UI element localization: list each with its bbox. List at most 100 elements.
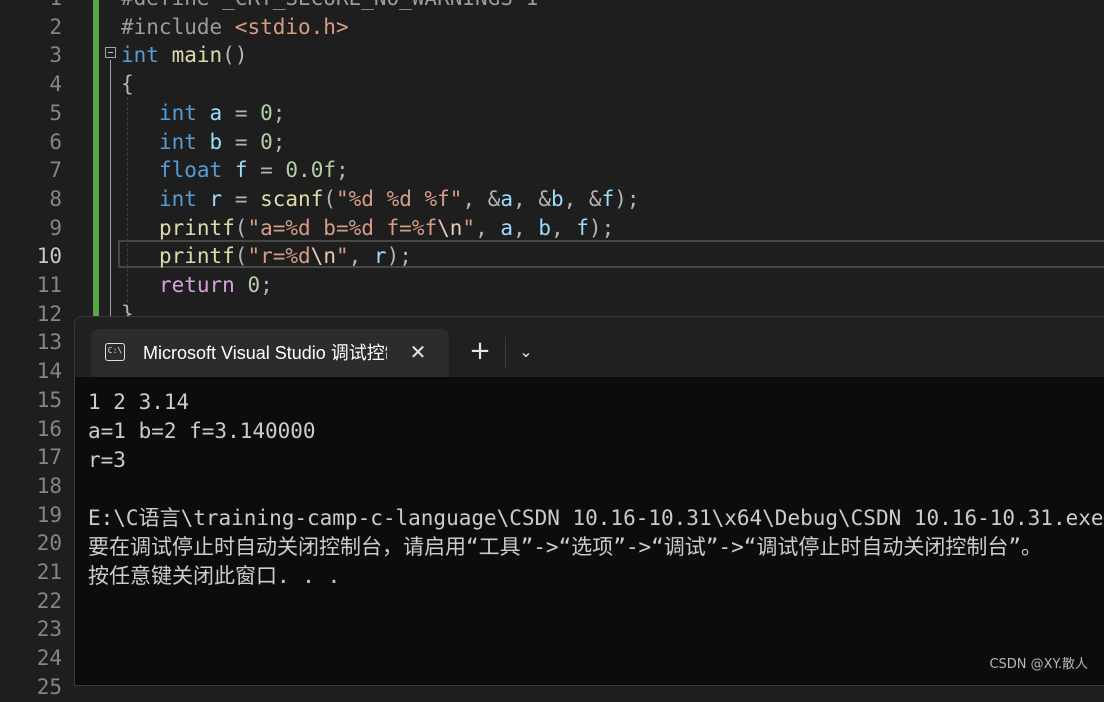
variable: r <box>373 244 387 269</box>
variable: b <box>550 186 564 211</box>
string-literal: " <box>462 215 476 240</box>
punctuation: () <box>222 43 248 68</box>
function-name: main <box>171 43 223 68</box>
new-tab-button[interactable]: + <box>465 337 495 367</box>
keyword: int <box>158 186 197 211</box>
punctuation: ; <box>272 100 286 125</box>
console-output[interactable]: 1 2 3.14 a=1 b=2 f=3.140000 r=3 E:\C语言\t… <box>75 377 1104 685</box>
line-number: 14 <box>36 359 62 384</box>
code-line-1[interactable]: #define _CRT_SECURE_NO_WARNINGS 1 <box>121 0 538 13</box>
punctuation: ); <box>588 215 615 240</box>
string-literal: " <box>335 244 349 269</box>
line-number: 11 <box>36 273 62 297</box>
variable: r <box>209 186 223 211</box>
punctuation: , & <box>563 186 602 211</box>
line-number: 16 <box>36 416 62 441</box>
line-number: 23 <box>36 617 62 642</box>
code-line-10[interactable]: printf("r=%d\n", r); <box>121 242 412 271</box>
console-line: 1 2 3.14 <box>88 390 190 414</box>
number: 0 <box>260 100 273 125</box>
line-number: 6 <box>49 129 62 154</box>
punctuation: ; <box>272 129 286 154</box>
keyword: int <box>158 100 197 125</box>
line-number: 3 <box>49 43 62 68</box>
code-line-3[interactable]: int main() <box>121 41 247 70</box>
code-line-5[interactable]: int a = 0; <box>121 99 286 128</box>
code-line-4[interactable]: { <box>121 70 134 99</box>
line-number: 4 <box>49 72 62 97</box>
console-line: r=3 <box>88 448 126 472</box>
close-icon[interactable]: ✕ <box>405 339 431 365</box>
escape-sequence: \n <box>310 244 336 269</box>
operator: = <box>247 158 286 183</box>
watermark: CSDN @XY.散人 <box>989 657 1088 672</box>
line-number: 24 <box>36 646 62 671</box>
operator: = <box>222 129 261 154</box>
variable: f <box>576 215 589 240</box>
variable: f <box>601 186 615 211</box>
line-number-active: 10 <box>36 244 62 269</box>
collapse-toggle-icon[interactable] <box>105 47 116 58</box>
divider <box>505 337 506 369</box>
operator: = <box>222 100 261 125</box>
line-number: 7 <box>49 158 62 183</box>
line-number: 25 <box>36 674 62 699</box>
code-line-2[interactable]: #include <stdio.h> <box>121 13 349 42</box>
punctuation: , <box>513 215 539 240</box>
terminal-titlebar[interactable]: C:\ Microsoft Visual Studio 调试控制台 ✕ + ⌄ <box>75 317 1104 377</box>
function-call: printf <box>158 244 235 269</box>
code-line-8[interactable]: int r = scanf("%d %d %f", &a, &b, &f); <box>121 185 640 214</box>
console-line: a=1 b=2 f=3.140000 <box>88 419 316 443</box>
keyword: float <box>158 158 223 183</box>
keyword-return: return <box>158 273 235 297</box>
punctuation: ); <box>614 186 640 211</box>
variable: f <box>234 158 248 183</box>
console-line: E:\C语言\training-camp-c-language\CSDN 10.… <box>88 506 1104 530</box>
line-number: 17 <box>36 445 62 470</box>
line-number: 21 <box>36 560 62 584</box>
line-number: 22 <box>36 588 62 613</box>
punctuation: , <box>550 215 577 240</box>
code-line-6[interactable]: int b = 0; <box>121 128 286 157</box>
keyword: int <box>158 129 197 154</box>
escape-sequence: \n <box>437 215 463 240</box>
variable: a <box>209 100 223 125</box>
variable: b <box>538 215 551 240</box>
debug-console-window[interactable]: C:\ Microsoft Visual Studio 调试控制台 ✕ + ⌄ … <box>74 316 1104 686</box>
number: 0 <box>247 273 261 297</box>
function-call: scanf <box>260 186 324 211</box>
preprocessor-directive: #include <box>121 14 235 39</box>
console-line: 按任意键关闭此窗口. . . <box>88 564 341 588</box>
punctuation: ( <box>323 186 336 211</box>
chevron-down-icon[interactable]: ⌄ <box>511 337 541 367</box>
code-line-11[interactable]: return 0; <box>121 271 273 300</box>
fold-region-line <box>110 60 111 322</box>
function-call: printf <box>158 215 235 240</box>
line-number: 13 <box>36 330 62 355</box>
line-number: 12 <box>36 301 62 326</box>
line-number: 8 <box>49 186 62 211</box>
punctuation: , & <box>462 186 501 211</box>
string-literal: "%d %d %f" <box>336 186 463 211</box>
tab-title: Microsoft Visual Studio 调试控制台 <box>143 343 387 363</box>
punctuation: ( <box>234 244 248 269</box>
punctuation: , <box>348 244 374 269</box>
line-number: 9 <box>49 215 62 240</box>
punctuation: ; <box>335 158 349 183</box>
keyword: int <box>121 43 159 68</box>
variable: b <box>209 129 223 154</box>
change-tracking-bar <box>93 0 99 322</box>
tab-debug-console[interactable]: C:\ Microsoft Visual Studio 调试控制台 ✕ <box>91 329 449 377</box>
number: 0 <box>260 129 273 154</box>
console-line: 要在调试停止时自动关闭控制台，请启用“工具”->“选项”->“调试”->“调试停… <box>88 535 1042 559</box>
number: 0.0f <box>285 158 336 183</box>
punctuation: ; <box>260 273 273 297</box>
code-line-7[interactable]: float f = 0.0f; <box>121 156 349 185</box>
operator: = <box>222 186 261 211</box>
code-line-9[interactable]: printf("a=%d b=%d f=%f\n", a, b, f); <box>121 214 614 243</box>
punctuation: ); <box>386 244 412 269</box>
preprocessor-directive: #define _CRT_SECURE_NO_WARNINGS 1 <box>121 0 538 10</box>
line-number: 1 <box>0 0 62 13</box>
line-number: 2 <box>49 14 62 39</box>
variable: a <box>500 215 514 240</box>
